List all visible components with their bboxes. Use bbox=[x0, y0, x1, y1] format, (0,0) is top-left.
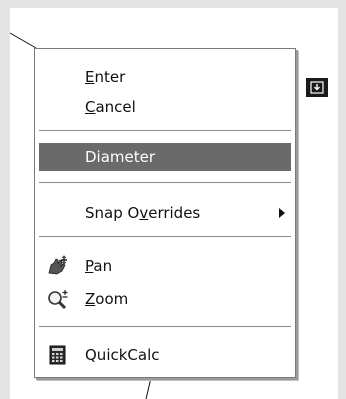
download-arrow-icon[interactable] bbox=[306, 78, 328, 97]
menu-item-zoom[interactable]: Zoom bbox=[39, 285, 291, 313]
menu-item-quickcalc[interactable]: QuickCalc bbox=[39, 341, 291, 369]
menu-item-label: Zoom bbox=[85, 290, 129, 308]
drawn-line-top bbox=[9, 32, 37, 49]
menu-separator bbox=[39, 236, 291, 238]
menu-separator bbox=[39, 326, 291, 328]
menu-separator bbox=[39, 182, 291, 184]
menu-item-label: Cancel bbox=[85, 98, 136, 116]
calculator-icon bbox=[47, 344, 69, 366]
drawn-line-bottom bbox=[145, 377, 152, 399]
menu-item-label: Pan bbox=[85, 257, 113, 275]
menu-item-snap-overrides[interactable]: Snap Overrides bbox=[39, 199, 291, 227]
zoom-magnifier-icon bbox=[47, 288, 69, 310]
menu-item-label: Diameter bbox=[85, 148, 156, 166]
context-menu: Enter Cancel Diameter Snap Overrides Pan bbox=[34, 48, 296, 378]
submenu-arrow-icon bbox=[279, 208, 285, 218]
menu-item-cancel[interactable]: Cancel bbox=[39, 93, 291, 121]
menu-item-pan[interactable]: Pan bbox=[39, 252, 291, 280]
pan-hand-icon bbox=[47, 255, 69, 277]
menu-item-diameter[interactable]: Diameter bbox=[39, 143, 291, 171]
menu-item-label: Snap Overrides bbox=[85, 204, 201, 222]
menu-item-enter[interactable]: Enter bbox=[39, 63, 291, 91]
menu-separator bbox=[39, 130, 291, 132]
menu-item-label: QuickCalc bbox=[85, 346, 160, 364]
menu-item-label: Enter bbox=[85, 68, 126, 86]
